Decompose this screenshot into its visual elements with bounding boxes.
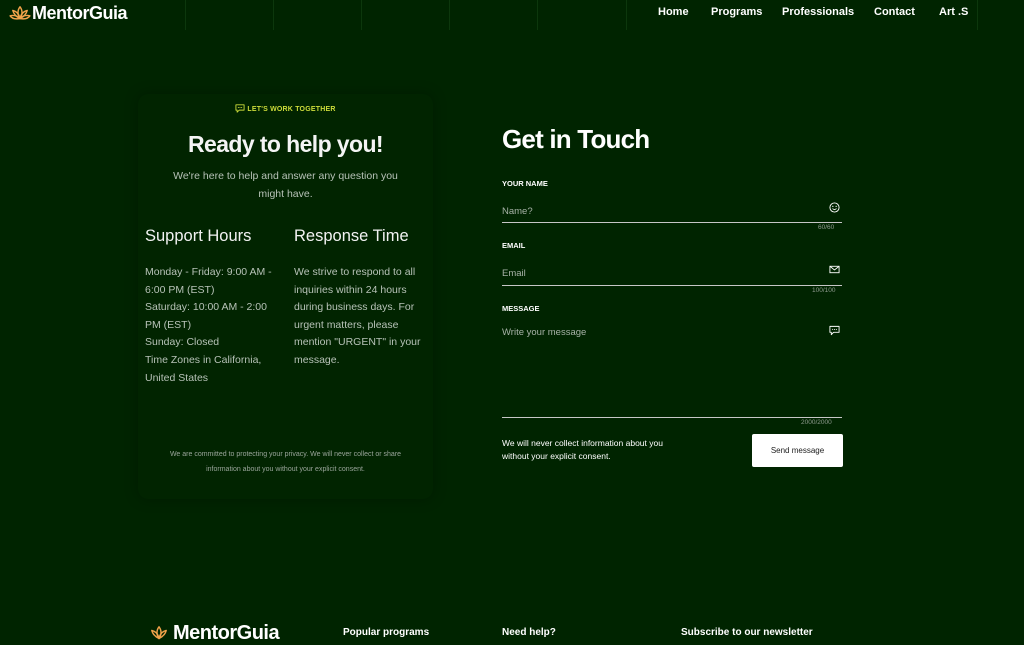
nav-home[interactable]: Home <box>658 6 689 18</box>
name-char-counter: 60/60 <box>818 224 835 231</box>
consent-line: without your explicit consent. <box>502 451 611 461</box>
response-time-text: We strive to respond to all inquiries wi… <box>294 264 429 370</box>
name-input[interactable] <box>502 200 842 223</box>
support-hours-line: Time Zones in California, <box>145 353 262 366</box>
name-label: YOUR NAME <box>502 179 548 188</box>
divider <box>361 0 362 30</box>
response-time-line: inquiries within 24 hours <box>294 283 407 296</box>
support-card: LET'S WORK TOGETHER Ready to help you! W… <box>138 94 433 499</box>
nav-professionals[interactable]: Professionals <box>782 6 854 18</box>
response-time-line: message. <box>294 353 340 366</box>
brand-name: MentorGuia <box>32 3 128 23</box>
section-tag: LET'S WORK TOGETHER <box>138 104 433 113</box>
support-hours-line: Sunday: Closed <box>145 336 220 349</box>
card-subtitle: We're here to help and answer any questi… <box>173 170 398 200</box>
support-hours-line: 6:00 PM (EST) <box>145 283 215 296</box>
email-input[interactable] <box>502 262 842 286</box>
footer-heading-newsletter: Subscribe to our newsletter <box>681 627 813 638</box>
consent-note: We will never collect information about … <box>502 437 702 463</box>
message-label: MESSAGE <box>502 304 540 313</box>
response-time-line: urgent matters, please <box>294 318 399 331</box>
email-label: EMAIL <box>502 241 526 250</box>
support-hours-line: Monday - Friday: 9:00 AM - <box>145 266 272 278</box>
support-hours-line: United States <box>145 371 209 384</box>
form-title: Get in Touch <box>502 124 650 154</box>
support-hours-line: PM (EST) <box>145 318 192 331</box>
support-hours-text: Monday - Friday: 9:00 AM - 6:00 PM (EST)… <box>145 264 285 387</box>
divider <box>626 0 627 30</box>
lotus-icon <box>9 5 31 20</box>
privacy-line: We are committed to protecting your priv… <box>169 451 402 458</box>
email-char-counter: 100/100 <box>812 287 836 294</box>
privacy-line: information about you without your expli… <box>206 466 365 473</box>
chat-bubble-icon <box>829 325 840 336</box>
privacy-note: We are committed to protecting your priv… <box>152 447 419 477</box>
message-char-counter: 2000/2000 <box>801 419 832 426</box>
support-hours-title: Support Hours <box>145 227 252 245</box>
section-tag-label: LET'S WORK TOGETHER <box>247 106 336 113</box>
divider <box>185 0 186 30</box>
consent-line: We will never collect information about … <box>502 438 663 448</box>
send-message-button[interactable]: Send message <box>752 434 843 467</box>
response-time-line: during business days. For <box>294 301 415 314</box>
footer-heading-programs: Popular programs <box>343 627 430 638</box>
response-time-title: Response Time <box>294 227 409 245</box>
top-navigation: MentorGuia Home Programs Professionals C… <box>0 0 1024 30</box>
card-title: Ready to help you! <box>188 131 384 157</box>
smiley-icon <box>829 202 840 213</box>
divider <box>977 0 978 30</box>
message-input[interactable] <box>502 327 842 418</box>
nav-account[interactable]: Art .S <box>939 6 968 18</box>
footer-heading-help: Need help? <box>502 627 556 638</box>
divider <box>273 0 274 30</box>
envelope-icon <box>829 265 840 274</box>
divider <box>449 0 450 30</box>
brand-logo[interactable]: MentorGuia <box>9 3 128 24</box>
nav-programs[interactable]: Programs <box>711 6 762 18</box>
chat-icon <box>235 104 245 113</box>
nav-contact[interactable]: Contact <box>874 6 915 18</box>
divider <box>537 0 538 30</box>
response-time-line: mention "URGENT" in your <box>294 336 421 349</box>
response-time-line: We strive to respond to all <box>294 266 416 278</box>
support-hours-line: Saturday: 10:00 AM - 2:00 <box>145 301 267 314</box>
